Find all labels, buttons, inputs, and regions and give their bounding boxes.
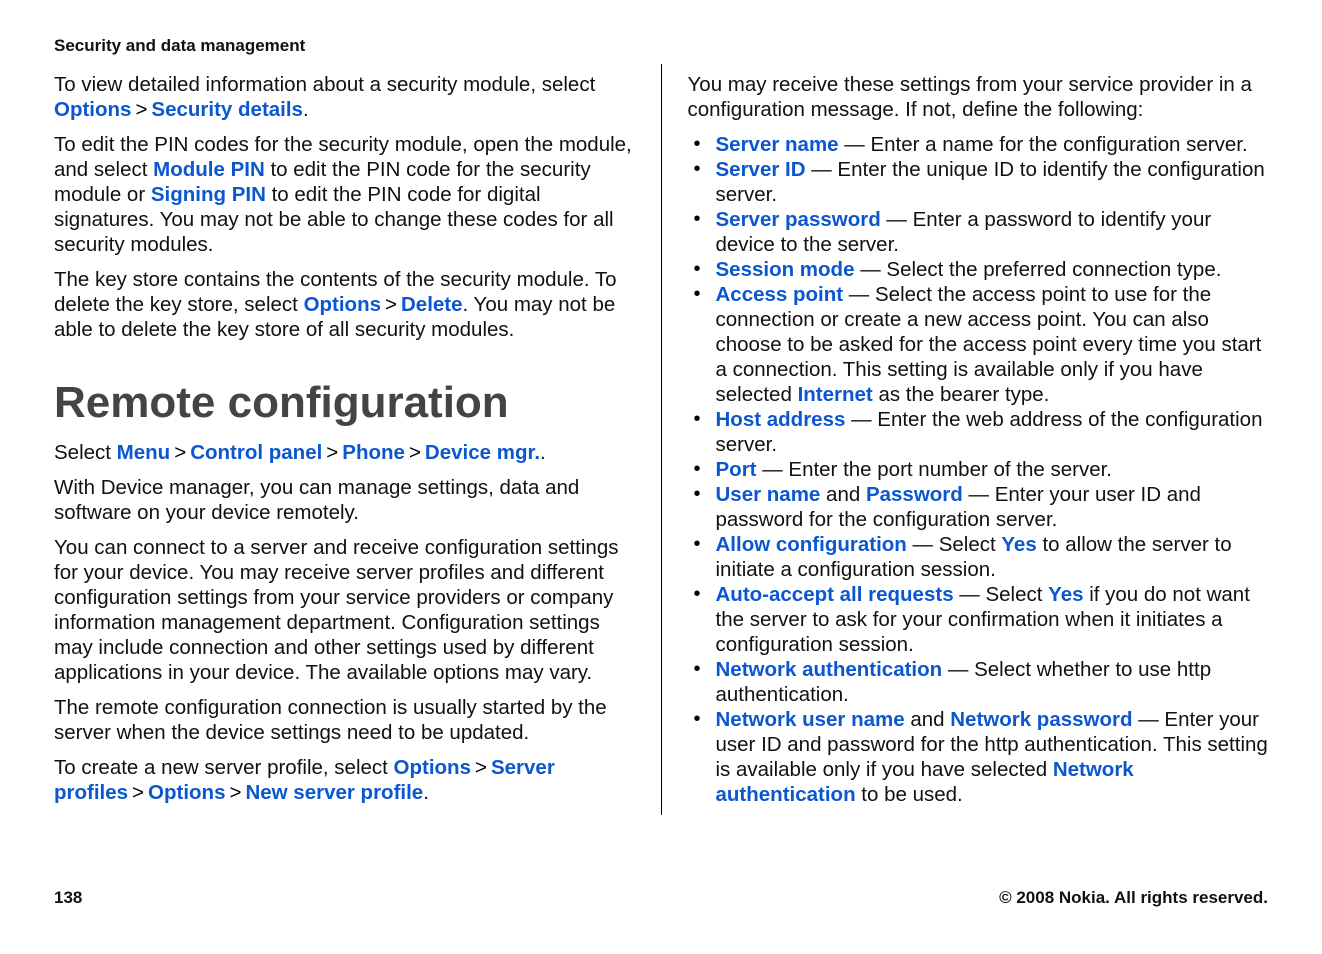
settings-item: Port — Enter the port number of the serv… [688,457,1269,482]
text: and [905,708,951,731]
para-new-server-profile: To create a new server profile, select O… [54,755,635,805]
setting-label[interactable]: Auto-accept all requests [716,583,954,606]
para-device-manager: With Device manager, you can manage sett… [54,475,635,525]
link-options[interactable]: Options [394,756,471,779]
separator-gt: > [225,781,245,804]
para-select-path: Select Menu>Control panel>Phone>Device m… [54,440,635,465]
copyright: © 2008 Nokia. All rights reserved. [999,888,1268,908]
text: To create a new server profile, select [54,756,394,779]
setting-label[interactable]: Server name [716,133,839,156]
text: Select [54,441,117,464]
link-options[interactable]: Options [304,293,381,316]
link-delete[interactable]: Delete [401,293,463,316]
setting-label[interactable]: Network user name [716,708,905,731]
setting-description: — Enter a name for the configuration ser… [839,133,1248,156]
setting-label[interactable]: Server password [716,208,881,231]
setting-label[interactable]: User name [716,483,821,506]
page-header: Security and data management [54,36,1268,56]
separator-gt: > [170,441,190,464]
setting-inline-link[interactable]: Yes [1048,583,1083,606]
text: To view detailed information about a sec… [54,73,595,96]
settings-item: Auto-accept all requests — Select Yes if… [688,582,1269,657]
text: . [423,781,429,804]
setting-label[interactable]: Session mode [716,258,855,281]
link-signing-pin[interactable]: Signing PIN [151,183,266,206]
para-key-store: The key store contains the contents of t… [54,267,635,342]
separator-gt: > [322,441,342,464]
link-options[interactable]: Options [54,98,131,121]
settings-item: Host address — Enter the web address of … [688,407,1269,457]
settings-item: Server ID — Enter the unique ID to ident… [688,157,1269,207]
content-columns: To view detailed information about a sec… [54,64,1268,815]
setting-label[interactable]: Server ID [716,158,806,181]
settings-item: Server password — Enter a password to id… [688,207,1269,257]
setting-label[interactable]: Port [716,458,757,481]
setting-label-secondary[interactable]: Password [866,483,963,506]
text: and [820,483,866,506]
link-control-panel[interactable]: Control panel [190,441,322,464]
page-footer: 138 © 2008 Nokia. All rights reserved. [54,888,1268,908]
separator-gt: > [405,441,425,464]
para-security-details: To view detailed information about a sec… [54,72,635,122]
settings-item: User name and Password — Enter your user… [688,482,1269,532]
text: . [303,98,309,121]
separator-gt: > [128,781,148,804]
link-menu[interactable]: Menu [117,441,171,464]
setting-description: as the bearer type. [873,383,1050,406]
left-column: To view detailed information about a sec… [54,64,635,815]
right-column: You may receive these settings from your… [661,64,1269,815]
text: . [540,441,546,464]
para-edit-pin: To edit the PIN codes for the security m… [54,132,635,257]
setting-label[interactable]: Network authentication [716,658,943,681]
setting-label[interactable]: Host address [716,408,846,431]
settings-item: Server name — Enter a name for the confi… [688,132,1269,157]
setting-description: — Select the preferred connection type. [855,258,1222,281]
page-number: 138 [54,888,82,908]
link-options[interactable]: Options [148,781,225,804]
setting-label-secondary[interactable]: Network password [950,708,1132,731]
para-settings-intro: You may receive these settings from your… [688,72,1269,122]
setting-inline-link[interactable]: Internet [798,383,873,406]
settings-item: Network authentication — Select whether … [688,657,1269,707]
link-new-server-profile[interactable]: New server profile [245,781,423,804]
link-phone[interactable]: Phone [342,441,405,464]
separator-gt: > [131,98,151,121]
setting-description: to be used. [856,783,963,806]
settings-list: Server name — Enter a name for the confi… [688,132,1269,807]
setting-label[interactable]: Access point [716,283,844,306]
link-security-details[interactable]: Security details [151,98,303,121]
settings-item: Session mode — Select the preferred conn… [688,257,1269,282]
para-connect-server: You can connect to a server and receive … [54,535,635,685]
separator-gt: > [381,293,401,316]
setting-description: — Enter the port number of the server. [757,458,1113,481]
setting-label[interactable]: Allow configuration [716,533,907,556]
link-device-mgr[interactable]: Device mgr. [425,441,540,464]
settings-item: Access point — Select the access point t… [688,282,1269,407]
link-module-pin[interactable]: Module PIN [153,158,265,181]
setting-inline-link[interactable]: Yes [1001,533,1036,556]
settings-item: Allow configuration — Select Yes to allo… [688,532,1269,582]
setting-description: — Select [907,533,1002,556]
settings-item: Network user name and Network password —… [688,707,1269,807]
para-remote-connection: The remote configuration connection is u… [54,695,635,745]
separator-gt: > [471,756,491,779]
setting-description: — Select [954,583,1049,606]
heading-remote-configuration: Remote configuration [54,376,635,430]
